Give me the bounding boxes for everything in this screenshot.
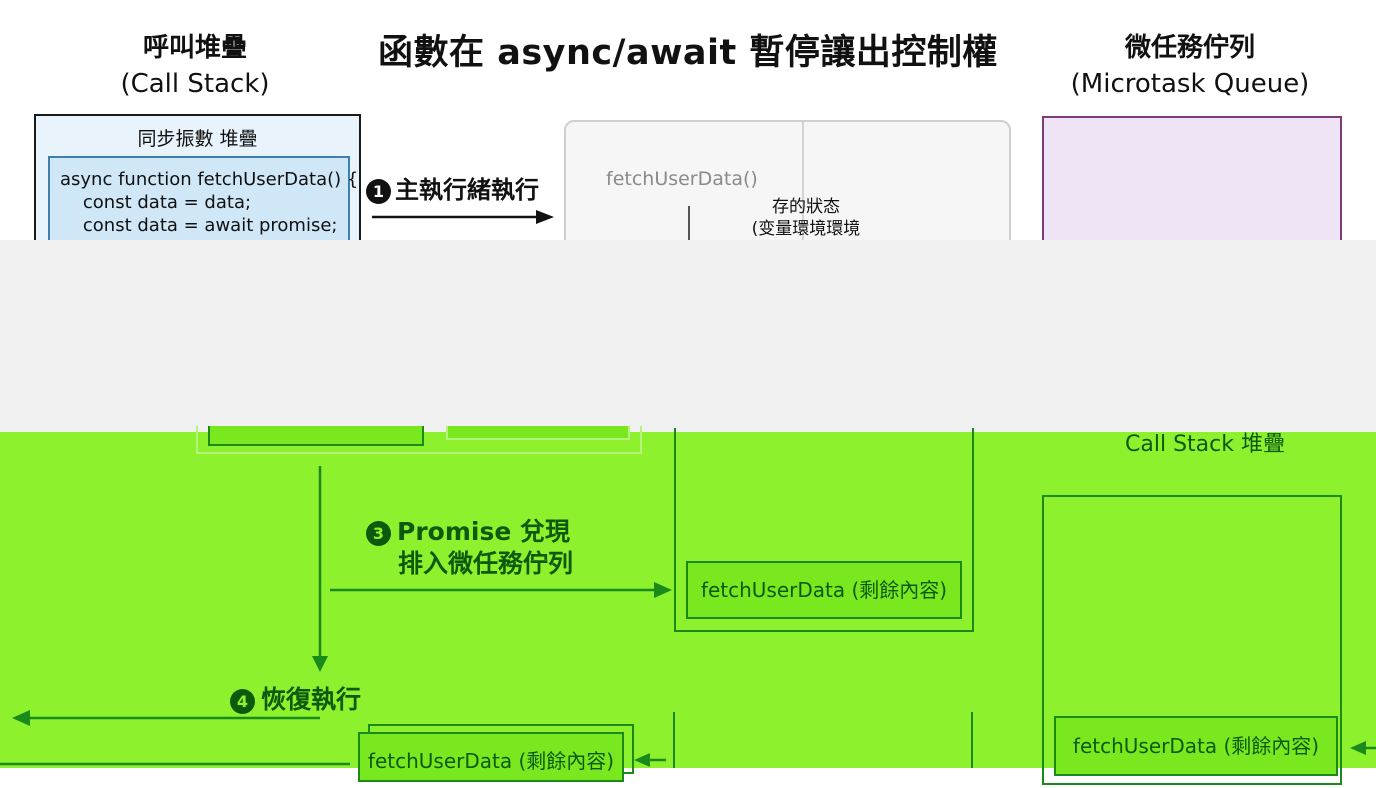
heap-state-line1: 存的狀态 (772, 197, 840, 217)
call-stack-subheading: (Call Stack) (120, 69, 270, 99)
suspended-state-box: fetchUserData() 存的狀态 (变量環境環境 (564, 120, 1011, 262)
lower-arrows (0, 466, 1376, 768)
microtask-queue-box (1042, 116, 1342, 260)
code-line: const data = await promise; (60, 215, 338, 236)
bottom-function-box: fetchUserData (剩餘內容) (358, 732, 624, 782)
heap-state-label: 存的狀态 (变量環境環境 (716, 196, 896, 240)
stack-box-title: 同步振數 堆疊 (137, 128, 258, 150)
microtask-heading: 微任務佇列 (1124, 33, 1255, 63)
heap-function-label: fetchUserData() (606, 168, 758, 190)
call-stack-heading: 呼叫堆疊 (142, 33, 247, 63)
step1-arrow (372, 210, 554, 224)
occluding-band (0, 240, 1376, 432)
step1-badge: 1 (366, 178, 391, 204)
step1-label: 1 主執行緒執行 (366, 170, 539, 205)
step1-text: 主執行緒執行 (395, 176, 539, 204)
lower-panel: fetchUserData (剩餘內容) Call Stack 堆疊 fetch… (0, 426, 1376, 785)
code-line: const data = data; (60, 192, 252, 213)
heap-state-line2: (变量環境環境 (751, 219, 861, 239)
code-line: async function fetchUserData() { (60, 169, 359, 190)
heap-connector (688, 206, 690, 242)
microtask-subheading: (Microtask Queue) (1070, 69, 1310, 99)
